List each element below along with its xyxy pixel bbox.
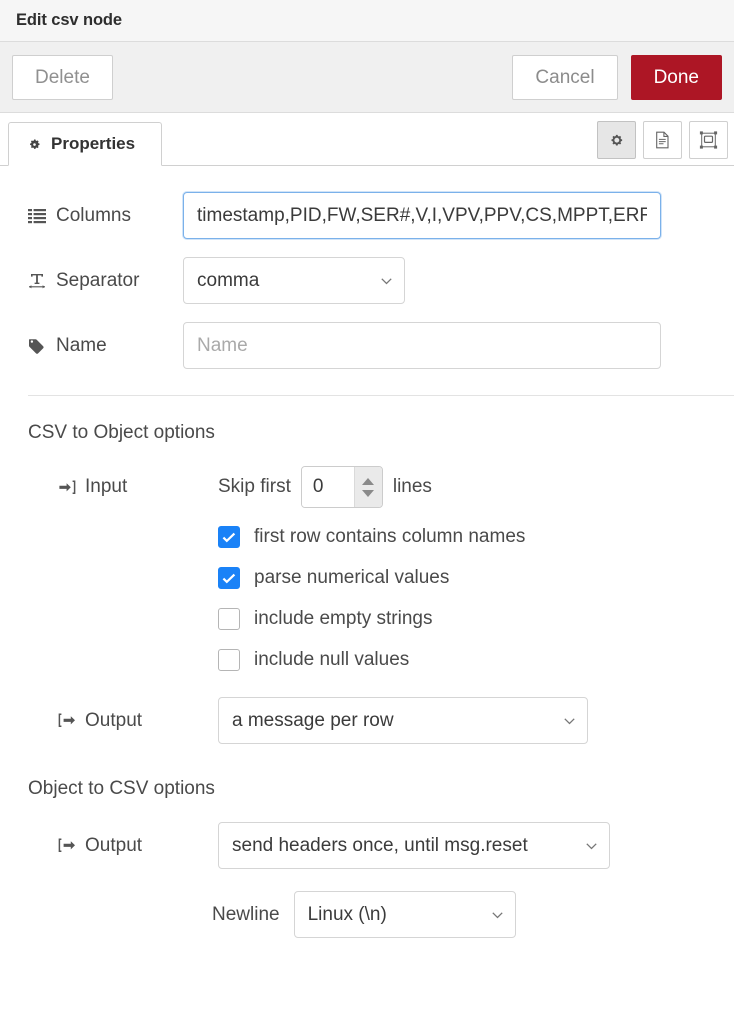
- checkbox-label-first-row-column-names: first row contains column names: [254, 526, 525, 548]
- checkbox-first-row-column-names[interactable]: [218, 526, 240, 548]
- row-name: Name: [0, 322, 734, 369]
- dialog-toolbar: Delete Cancel Done: [0, 42, 734, 113]
- chevron-down-icon: [381, 278, 392, 285]
- input-label: Input: [85, 476, 127, 498]
- separator-value: comma: [197, 270, 259, 292]
- row-newline: Newline Linux (\n): [0, 891, 734, 938]
- checkbox-label-parse-numerical-values: parse numerical values: [254, 567, 449, 589]
- separator-label: Separator: [56, 270, 139, 292]
- list-icon: [28, 208, 46, 224]
- checkbox-row-include-null-values[interactable]: include null values: [0, 649, 734, 671]
- newline-select[interactable]: Linux (\n): [294, 891, 516, 938]
- properties-form: Columns Separator comma Name CSV to Obje…: [0, 166, 734, 938]
- input-label-group: Input: [58, 476, 218, 498]
- chevron-down-icon: [492, 912, 503, 919]
- appearance-icon-button[interactable]: [689, 121, 728, 159]
- sign-in-icon: [58, 480, 76, 495]
- obj-output-label-group: Output: [58, 835, 218, 857]
- csv-output-label: Output: [85, 710, 142, 732]
- check-icon: [222, 573, 236, 584]
- skip-lines-stepper[interactable]: [301, 466, 383, 508]
- newline-value: Linux (\n): [308, 904, 387, 926]
- checkbox-include-empty-strings[interactable]: [218, 608, 240, 630]
- lines-suffix-label: lines: [393, 476, 432, 498]
- newline-label: Newline: [212, 904, 280, 926]
- obj-output-label: Output: [85, 835, 142, 857]
- tab-properties-label: Properties: [51, 134, 135, 154]
- skip-lines-input[interactable]: [302, 467, 354, 507]
- check-icon: [222, 532, 236, 543]
- dialog-title: Edit csv node: [16, 11, 122, 30]
- obj-output-value: send headers once, until msg.reset: [232, 835, 528, 857]
- skip-first-label: Skip first: [218, 476, 291, 498]
- name-input[interactable]: [183, 322, 661, 369]
- toolbar-right-group: Cancel Done: [512, 55, 722, 100]
- gear-icon: [27, 137, 42, 152]
- tab-properties[interactable]: Properties: [8, 122, 162, 166]
- checkbox-include-null-values[interactable]: [218, 649, 240, 671]
- checkbox-label-include-null-values: include null values: [254, 649, 409, 671]
- gear-icon: [608, 132, 625, 149]
- appearance-icon: [699, 131, 718, 149]
- name-label-group: Name: [28, 335, 183, 357]
- dialog-titlebar: Edit csv node: [0, 0, 734, 42]
- row-separator: Separator comma: [0, 257, 734, 304]
- done-button[interactable]: Done: [631, 55, 722, 100]
- checkbox-row-include-empty-strings[interactable]: include empty strings: [0, 608, 734, 630]
- stepper-arrows[interactable]: [354, 467, 382, 507]
- description-icon: [654, 131, 671, 149]
- object-to-csv-title: Object to CSV options: [0, 778, 734, 800]
- sign-out-icon: [58, 713, 76, 728]
- description-icon-button[interactable]: [643, 121, 682, 159]
- arrow-up-icon[interactable]: [362, 478, 374, 485]
- checkbox-row-first-row-column-names[interactable]: first row contains column names: [0, 526, 734, 548]
- section-divider: [28, 395, 734, 396]
- columns-label: Columns: [56, 205, 131, 227]
- chevron-down-icon: [564, 718, 575, 725]
- row-input: Input Skip first lines: [0, 466, 734, 508]
- row-columns: Columns: [0, 192, 734, 239]
- columns-input[interactable]: [183, 192, 661, 239]
- csv-output-value: a message per row: [232, 710, 394, 732]
- checkbox-label-include-empty-strings: include empty strings: [254, 608, 432, 630]
- separator-label-group: Separator: [28, 270, 183, 292]
- csv-output-label-group: Output: [58, 710, 218, 732]
- text-width-icon: [28, 273, 46, 289]
- checkbox-parse-numerical-values[interactable]: [218, 567, 240, 589]
- tab-icon-group: [597, 121, 728, 159]
- tab-bar: Properties: [0, 113, 734, 166]
- delete-button[interactable]: Delete: [12, 55, 113, 100]
- tag-icon: [28, 338, 46, 354]
- obj-output-select[interactable]: send headers once, until msg.reset: [218, 822, 610, 869]
- csv-output-select[interactable]: a message per row: [218, 697, 588, 744]
- row-obj-output: Output send headers once, until msg.rese…: [0, 822, 734, 869]
- sign-out-icon: [58, 838, 76, 853]
- csv-to-object-title: CSV to Object options: [0, 422, 734, 444]
- checkbox-row-parse-numerical-values[interactable]: parse numerical values: [0, 567, 734, 589]
- arrow-down-icon[interactable]: [362, 490, 374, 497]
- separator-select[interactable]: comma: [183, 257, 405, 304]
- name-label: Name: [56, 335, 107, 357]
- columns-label-group: Columns: [28, 205, 183, 227]
- row-csv-output: Output a message per row: [0, 697, 734, 744]
- gear-icon-button[interactable]: [597, 121, 636, 159]
- chevron-down-icon: [586, 843, 597, 850]
- cancel-button[interactable]: Cancel: [512, 55, 617, 100]
